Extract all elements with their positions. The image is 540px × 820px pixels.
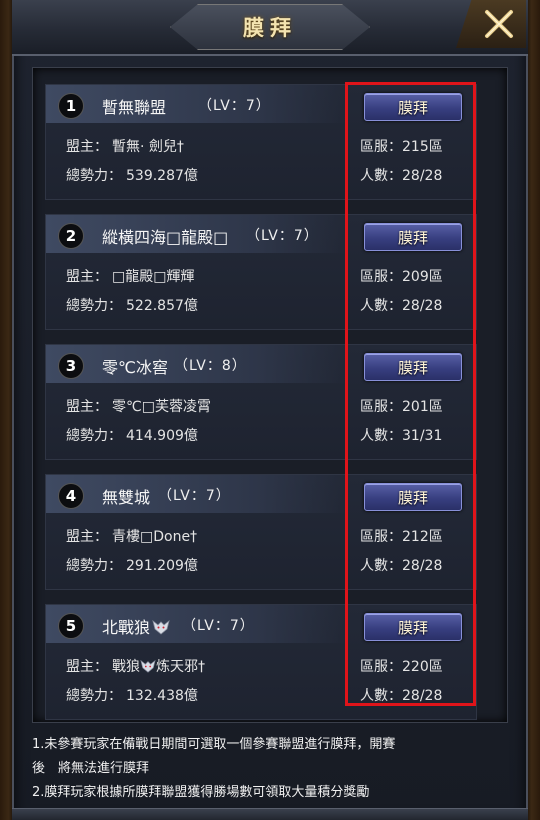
card-header xyxy=(46,85,346,123)
close-x-icon xyxy=(485,10,513,38)
server-value: 212區 xyxy=(402,529,443,545)
rank-badge: 4 xyxy=(58,483,84,509)
server-label: 區服： xyxy=(360,659,402,675)
rank-badge: 1 xyxy=(58,93,84,119)
members-value: 28/28 xyxy=(402,298,443,314)
leader-label: 盟主： xyxy=(66,139,108,155)
server-row: 區服：201區 xyxy=(360,396,443,416)
power-label: 總勢力： xyxy=(66,428,122,444)
rank-badge: 3 xyxy=(58,353,84,379)
leader-name: 青樓□Done† xyxy=(112,529,198,545)
power-row: 總勢力： 522.857億 xyxy=(66,295,198,315)
leader-name: 戰狼 xyxy=(112,659,140,675)
members-value: 28/28 xyxy=(402,168,443,184)
power-row: 總勢力： 414.909億 xyxy=(66,425,198,445)
alliance-name: 無雙城 xyxy=(102,488,151,507)
leader-name: 零℃□芙蓉凌霄 xyxy=(112,399,211,415)
power-value: 132.438億 xyxy=(126,688,198,704)
note-line: 1.未參賽玩家在備戰日期間可選取一個參賽聯盟進行膜拜，開賽 xyxy=(32,737,396,752)
worship-button[interactable]: 膜拜 xyxy=(364,613,462,641)
power-row: 總勢力： 291.209億 xyxy=(66,555,198,575)
members-row: 人數：28/28 xyxy=(360,165,442,185)
leader-label: 盟主： xyxy=(66,659,108,675)
rank-badge: 2 xyxy=(58,223,84,249)
server-label: 區服： xyxy=(360,139,402,155)
power-label: 總勢力： xyxy=(66,688,122,704)
members-label: 人數： xyxy=(360,428,402,444)
power-value: 291.209億 xyxy=(126,558,198,574)
members-label: 人數： xyxy=(360,688,402,704)
server-row: 區服：209區 xyxy=(360,266,443,286)
dialog-title: 膜拜 xyxy=(243,16,297,40)
alliance-name: 北戰狼 xyxy=(102,618,151,637)
wolf-emblem-icon xyxy=(152,619,170,639)
members-label: 人數： xyxy=(360,558,402,574)
alliance-level: （LV：7） xyxy=(198,98,271,114)
leader-row: 盟主： 零℃□芙蓉凌霄 xyxy=(66,396,211,416)
leader-name: □龍殿□輝輝 xyxy=(112,269,195,285)
leader-row: 盟主： 暫無· 劍兒† xyxy=(66,136,184,156)
power-label: 總勢力： xyxy=(66,558,122,574)
leader-name-suffix: 炼天邪† xyxy=(156,659,205,675)
rules-notes: 1.未參賽玩家在備戰日期間可選取一個參賽聯盟進行膜拜，開賽 後 將無法進行膜拜 … xyxy=(32,733,502,805)
members-row: 人數：28/28 xyxy=(360,555,442,575)
alliance-name: 暫無聯盟 xyxy=(102,98,167,117)
leader-label: 盟主： xyxy=(66,399,108,415)
worship-button[interactable]: 膜拜 xyxy=(364,223,462,251)
members-row: 人數：31/31 xyxy=(360,425,442,445)
server-value: 215區 xyxy=(402,139,443,155)
members-row: 人數：28/28 xyxy=(360,685,442,705)
members-value: 31/31 xyxy=(402,428,443,444)
leader-row: 盟主： 青樓□Done† xyxy=(66,526,197,546)
note-line: 後 將無法進行膜拜 xyxy=(32,761,150,776)
alliance-level: （LV：7） xyxy=(182,618,255,634)
note-line: 2.膜拜玩家根據所膜拜聯盟獲得勝場數可領取大量積分獎勵 xyxy=(32,785,370,800)
worship-button[interactable]: 膜拜 xyxy=(364,353,462,381)
alliance-name-row: 北戰狼 xyxy=(102,614,170,639)
server-label: 區服： xyxy=(360,269,402,285)
power-value: 522.857億 xyxy=(126,298,198,314)
members-value: 28/28 xyxy=(402,558,443,574)
list-item: 3 零℃冰窖 （LV：8） 膜拜 盟主： 零℃□芙蓉凌霄 總勢力： 414.909億… xyxy=(45,344,477,460)
worship-button[interactable]: 膜拜 xyxy=(364,93,462,121)
server-label: 區服： xyxy=(360,399,402,415)
server-label: 區服： xyxy=(360,529,402,545)
leader-row: 盟主： 戰狼 炼天邪† xyxy=(66,656,205,677)
members-value: 28/28 xyxy=(402,688,443,704)
alliance-name: 縱橫四海□龍殿□ xyxy=(102,228,229,247)
alliance-level: （LV：7） xyxy=(246,228,319,244)
list-item: 4 無雙城 （LV：7） 膜拜 盟主： 青樓□Done† 總勢力： 291.209億… xyxy=(45,474,477,590)
alliance-name: 零℃冰窖 xyxy=(102,358,168,377)
list-item: 5 北戰狼 （LV：7） 膜拜 盟主： 戰狼 炼天邪† 總勢力： 132.438億 … xyxy=(45,604,477,720)
dialog-bottom-edge xyxy=(12,808,528,820)
server-row: 區服：212區 xyxy=(360,526,443,546)
server-value: 201區 xyxy=(402,399,443,415)
power-row: 總勢力： 539.287億 xyxy=(66,165,198,185)
power-row: 總勢力： 132.438億 xyxy=(66,685,198,705)
server-row: 區服：215區 xyxy=(360,136,443,156)
server-value: 209區 xyxy=(402,269,443,285)
alliance-level: （LV：8） xyxy=(174,358,247,374)
rank-badge: 5 xyxy=(58,613,84,639)
power-value: 539.287億 xyxy=(126,168,198,184)
leader-name: 暫無· 劍兒† xyxy=(112,139,184,155)
leader-label: 盟主： xyxy=(66,529,108,545)
server-value: 220區 xyxy=(402,659,443,675)
server-row: 區服：220區 xyxy=(360,656,443,676)
alliance-level: （LV：7） xyxy=(158,488,231,504)
background-right-edge xyxy=(526,0,540,820)
leader-row: 盟主： □龍殿□輝輝 xyxy=(66,266,194,286)
wolf-emblem-icon xyxy=(140,659,156,677)
leader-label: 盟主： xyxy=(66,269,108,285)
members-label: 人數： xyxy=(360,298,402,314)
list-item: 2 縱橫四海□龍殿□ （LV：7） 膜拜 盟主： □龍殿□輝輝 總勢力： 522.8… xyxy=(45,214,477,330)
worship-button[interactable]: 膜拜 xyxy=(364,483,462,511)
members-row: 人數：28/28 xyxy=(360,295,442,315)
power-label: 總勢力： xyxy=(66,298,122,314)
list-item: 1 暫無聯盟 （LV：7） 膜拜 盟主： 暫無· 劍兒† 總勢力： 539.287億… xyxy=(45,84,477,200)
power-value: 414.909億 xyxy=(126,428,198,444)
members-label: 人數： xyxy=(360,168,402,184)
power-label: 總勢力： xyxy=(66,168,122,184)
